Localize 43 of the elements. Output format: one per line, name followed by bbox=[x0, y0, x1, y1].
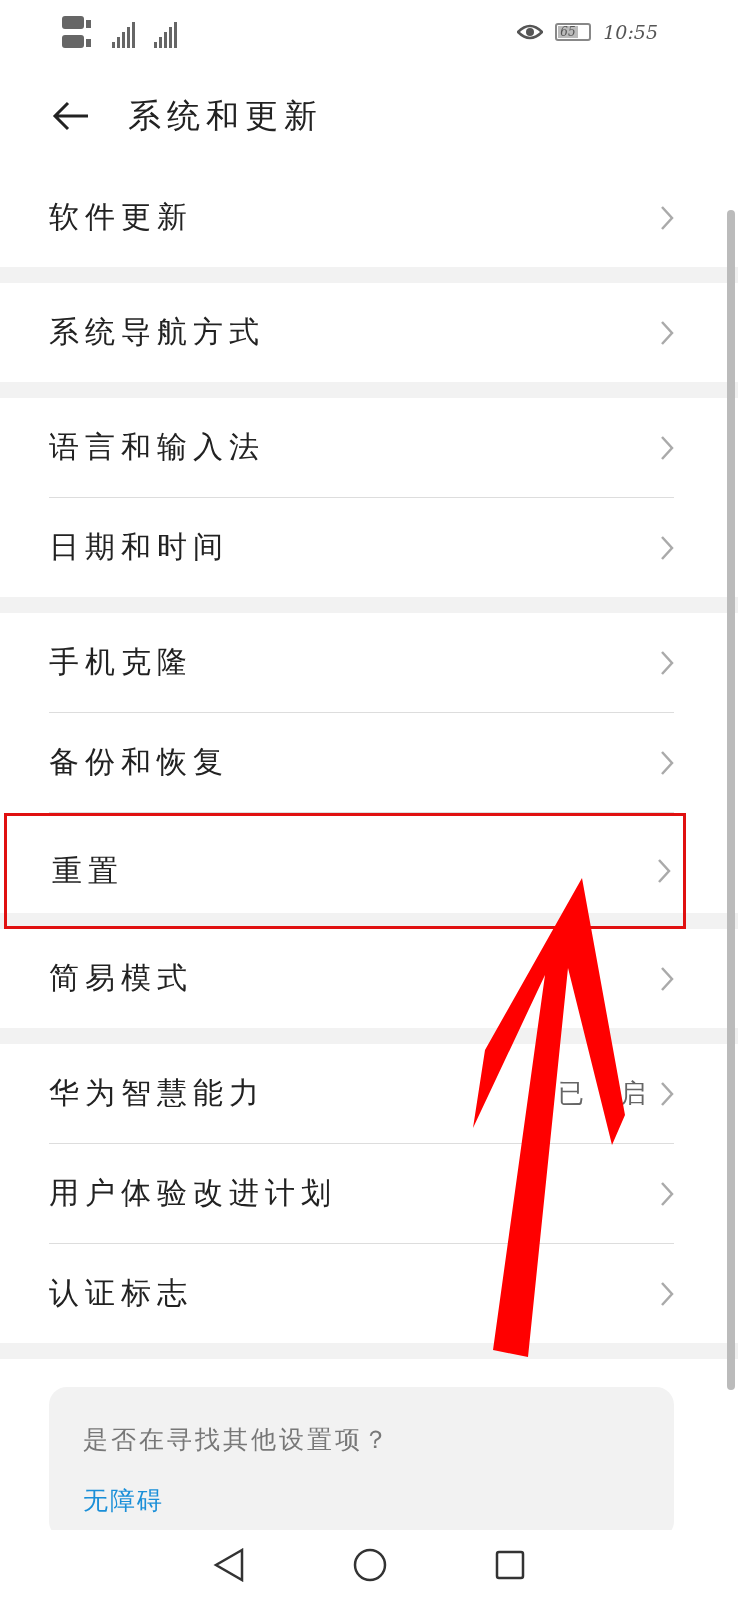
status-value: 已 bbox=[558, 1077, 584, 1110]
row-label: 备份和恢复 bbox=[49, 743, 229, 781]
row-label: 简易模式 bbox=[49, 959, 193, 997]
chevron-right-icon bbox=[660, 434, 674, 461]
row-label: 系统导航方式 bbox=[49, 313, 265, 351]
chevron-right-icon bbox=[660, 1080, 674, 1107]
row-label: 用户体验改进计划 bbox=[49, 1174, 337, 1212]
highlighted-settings-row[interactable]: 重置 bbox=[4, 813, 686, 929]
chevron-right-icon bbox=[660, 534, 674, 561]
clock-time: 10:55 bbox=[603, 21, 658, 43]
page-title: 系统和更新 bbox=[128, 94, 323, 137]
settings-row[interactable]: 手机克隆 bbox=[49, 613, 674, 713]
chevron-right-icon bbox=[660, 749, 674, 776]
home-nav-icon[interactable] bbox=[353, 1548, 387, 1582]
settings-row[interactable]: 简易模式 bbox=[49, 929, 674, 1028]
chevron-right-icon bbox=[660, 1180, 674, 1207]
chevron-right-icon bbox=[660, 1280, 674, 1307]
settings-row[interactable]: 系统导航方式 bbox=[49, 283, 674, 382]
status-value: 启 bbox=[620, 1077, 646, 1110]
row-label: 重置 bbox=[52, 851, 124, 890]
battery-indicator: 65 bbox=[555, 23, 592, 41]
chevron-right-icon bbox=[660, 204, 674, 231]
settings-row[interactable]: 备份和恢复 bbox=[49, 713, 674, 813]
settings-row[interactable]: 语言和输入法 bbox=[49, 398, 674, 498]
chevron-right-icon bbox=[660, 649, 674, 676]
recents-nav-icon[interactable] bbox=[495, 1550, 525, 1580]
back-nav-icon[interactable] bbox=[213, 1548, 245, 1582]
row-label: 华为智慧能力 bbox=[49, 1074, 265, 1112]
row-label: 认证标志 bbox=[49, 1274, 193, 1312]
eye-icon bbox=[517, 23, 544, 41]
signal-icon bbox=[62, 14, 178, 50]
row-label: 手机克隆 bbox=[49, 643, 193, 681]
row-label: 软件更新 bbox=[49, 198, 193, 236]
settings-row[interactable]: 认证标志 bbox=[49, 1244, 674, 1343]
row-label: 日期和时间 bbox=[49, 528, 229, 566]
suggestion-question: 是否在寻找其他设置项？ bbox=[83, 1424, 392, 1456]
settings-row[interactable]: 日期和时间 bbox=[49, 498, 674, 597]
chevron-right-icon bbox=[657, 858, 671, 884]
row-label: 语言和输入法 bbox=[49, 428, 265, 466]
chevron-right-icon bbox=[660, 319, 674, 346]
chevron-right-icon bbox=[660, 965, 674, 992]
settings-row[interactable]: 软件更新 bbox=[49, 168, 674, 267]
back-button[interactable] bbox=[52, 101, 90, 131]
